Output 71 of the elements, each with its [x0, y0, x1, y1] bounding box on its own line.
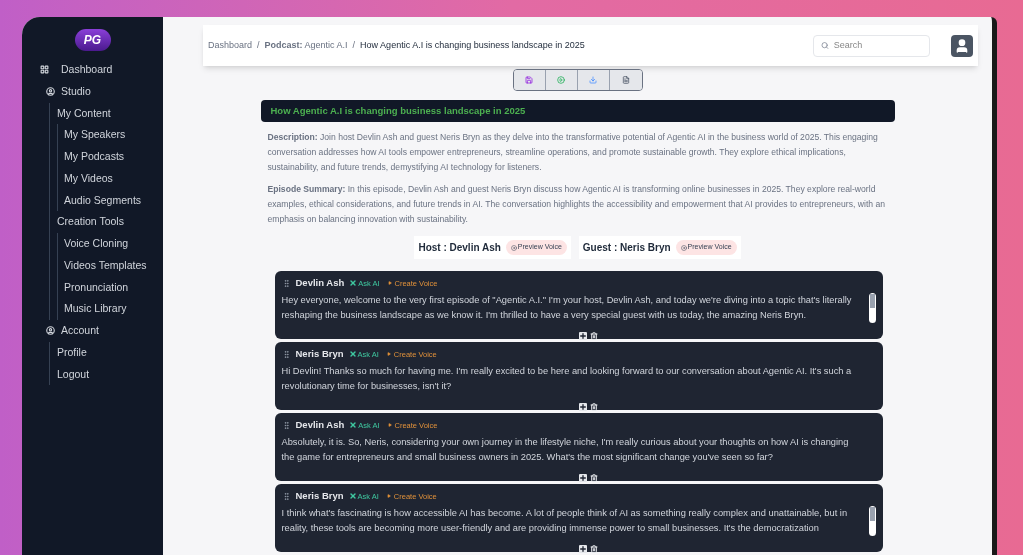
drag-handle-icon[interactable] [281, 349, 291, 359]
dialogue-text[interactable]: Absolutely, it is. So, Neris, considering your own journey in the lifestyle niche, I'm really curious about your thoughts on how AI is changing the game for entrepreneurs and small business owners in 2025. What's the most significant change you've seen so far? [281, 435, 869, 466]
sidebar-item[interactable]: Videos Templates [60, 254, 163, 277]
sidebar-item[interactable]: Music Library [60, 298, 163, 320]
add-icon[interactable] [578, 403, 587, 411]
document-button[interactable] [609, 70, 642, 90]
speaker-name: Neris Bryn [295, 347, 344, 361]
delete-icon[interactable] [589, 332, 598, 340]
avatar-icon[interactable] [951, 34, 973, 57]
user-icon [46, 326, 55, 336]
download-icon [589, 76, 597, 84]
delete-icon[interactable] [589, 545, 598, 553]
dialogue-text[interactable]: Hey everyone, welcome to the very first episode of "Agentic A.I." I'm your host, Devlin Ash, and today we're diving into a topic that's literally reshaping the business landscape as we know it. I'm thrilled to have a very special guest with us today, the amazing Neris Bryn. [281, 293, 869, 324]
cross-icon [349, 279, 358, 288]
add-icon[interactable] [578, 332, 587, 340]
cross-icon [348, 350, 357, 359]
drag-handle-icon[interactable] [281, 420, 291, 430]
scrollbar[interactable] [868, 506, 876, 537]
breadcrumb-separator: / [257, 38, 260, 52]
play-icon [386, 494, 391, 499]
sidebar-item[interactable]: Account [22, 320, 163, 342]
disc-icon [680, 244, 687, 251]
search-field[interactable]: Search [813, 34, 930, 57]
disc-icon [510, 244, 517, 251]
sidebar-item[interactable]: Pronunciation [60, 276, 163, 299]
dialogue-text[interactable]: Hi Devlin! Thanks so much for having me. I'm really excited to be here and looking forward to our conversation about Agentic AI. It's such a revolutionary time for businesses, isn't it? [281, 364, 869, 395]
search-icon [821, 41, 829, 50]
sidebar-item[interactable]: My Podcasts [60, 146, 163, 168]
speaker-label: Guest : Neris Bryn [582, 241, 671, 255]
play-icon [386, 352, 391, 357]
speaker-name: Devlin Ash [295, 418, 345, 432]
save-icon [525, 76, 533, 84]
sidebar-item[interactable]: Audio Segments [60, 189, 163, 212]
add-icon[interactable] [578, 545, 587, 553]
breadcrumb-separator: / [352, 38, 356, 52]
breadcrumb-link[interactable]: How Agentic A.I is changing business landscape in 2025 [360, 38, 585, 53]
logo: PG [74, 29, 111, 51]
play-icon [387, 423, 392, 428]
speaker-name: Neris Bryn [295, 489, 344, 503]
sidebar-item[interactable]: Voice Cloning [60, 233, 163, 255]
search-input[interactable]: Search [833, 38, 922, 53]
scrollbar[interactable] [868, 293, 876, 324]
user-icon [46, 87, 55, 97]
sidebar-item[interactable]: My Speakers [60, 124, 163, 146]
sidebar-item[interactable]: Logout [53, 363, 163, 386]
cross-icon [349, 421, 358, 430]
breadcrumb-link[interactable]: Podcast: Agentic A.I [264, 38, 348, 53]
play-icon [387, 281, 392, 286]
speaker-label: Host : Devlin Ash [418, 241, 501, 255]
description-text: Description: Join host Devlin Ash and guest Neris Bryn as they delve into the transformative potential of Agentic AI in the business world of 2025. This engaging conversation addresses how AI tools empower entrepreneurs, streamline operations, and promote sustainable growth. They explore ethical implications, sustainability, and future trends, demystifying AI technology for listeners. [266, 131, 879, 174]
play-icon [557, 76, 565, 84]
summary-text: Episode Summary: In this episode, Devlin Ash and guest Neris Bryn discuss how Agentic AI is transforming online businesses in 2025. They explore real-world examples, ethical considerations, and future trends in AI. The conversation highlights the accessibility and empowerment that AI provides to entrepreneurs, with an emphasis on balancing innovation with sustainability. [266, 183, 886, 226]
sidebar-item[interactable]: My Content [53, 102, 163, 125]
sidebar-item[interactable]: Studio [22, 80, 163, 103]
grid-icon [40, 65, 49, 75]
sidebar-item[interactable]: Profile [53, 341, 163, 364]
episode-title: How Agentic A.I is changing business landscape in 2025 [260, 100, 895, 122]
breadcrumb-link[interactable]: Dashboard [208, 38, 253, 53]
dialogue-text[interactable]: I think what's fascinating is how accessible AI has become. A lot of people think of AI as something really complex and unattainable, but in reality, these tools are becoming more user-friendly and are providing immense power to small businesses. It's the democratization [281, 506, 869, 537]
sidebar-item[interactable]: Creation Tools [53, 211, 163, 233]
add-icon[interactable] [578, 474, 587, 482]
sidebar-item[interactable]: Dashboard [22, 59, 163, 81]
drag-handle-icon[interactable] [281, 278, 291, 288]
document-icon [621, 76, 630, 84]
sidebar-item[interactable]: My Videos [60, 167, 163, 190]
speaker-name: Devlin Ash [295, 276, 345, 290]
delete-icon[interactable] [589, 474, 598, 482]
drag-handle-icon[interactable] [281, 491, 291, 501]
delete-icon[interactable] [589, 403, 598, 411]
cross-icon [348, 492, 357, 501]
save-button[interactable] [513, 70, 546, 90]
